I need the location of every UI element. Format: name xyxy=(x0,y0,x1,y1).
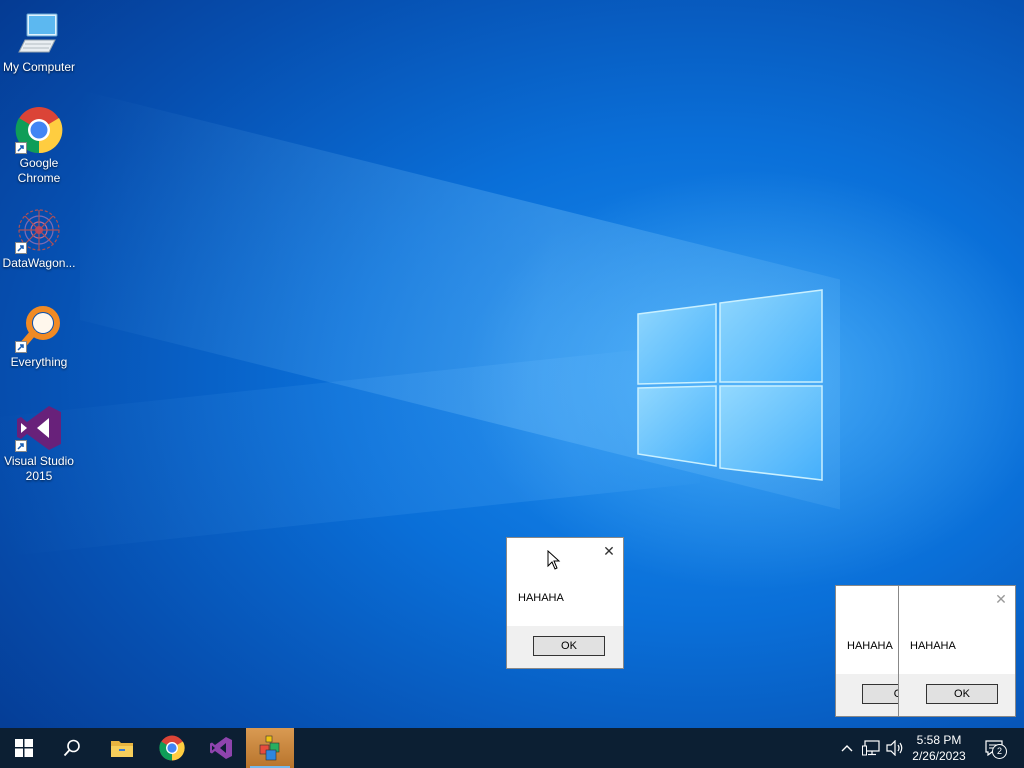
desktop-icon-visual-studio[interactable]: Visual Studio 2015 xyxy=(0,404,78,484)
chrome-icon xyxy=(159,735,185,761)
taskbar-active-app[interactable] xyxy=(246,728,294,768)
desktop-icon-label: Everything xyxy=(10,355,68,369)
datawagon-icon xyxy=(15,206,63,254)
file-explorer-icon xyxy=(111,741,133,757)
shortcut-arrow-icon xyxy=(15,341,27,353)
clock[interactable]: 5:58 PM 2/26/2023 xyxy=(906,732,972,764)
ok-button[interactable]: OK xyxy=(533,636,605,656)
action-center-button[interactable]: 2 xyxy=(978,728,1010,768)
desktop-icon-google-chrome[interactable]: Google Chrome xyxy=(0,106,78,186)
desktop-icon-datawagon[interactable]: DataWagon... xyxy=(0,206,78,271)
desktop-icon-label: DataWagon... xyxy=(2,256,76,270)
network-icon xyxy=(862,740,880,756)
network-tray-button[interactable] xyxy=(860,728,882,768)
visual-studio-icon xyxy=(15,404,63,452)
message-dialog[interactable]: ✕ HAHAHA OK xyxy=(506,537,624,669)
chrome-icon xyxy=(15,106,63,154)
close-button[interactable]: ✕ xyxy=(601,544,617,560)
start-button[interactable] xyxy=(0,728,48,768)
computer-icon xyxy=(15,10,63,58)
shortcut-arrow-icon xyxy=(15,142,27,154)
dialog-message: HAHAHA xyxy=(847,640,893,652)
taskbar-chrome[interactable] xyxy=(148,728,196,768)
desktop[interactable]: My Computer Google Chrome DataWagon... E… xyxy=(0,0,1024,728)
search-icon xyxy=(63,739,80,757)
show-hidden-icons-icon xyxy=(841,745,853,752)
app-cubes-icon xyxy=(259,735,280,761)
search-button[interactable] xyxy=(48,728,96,768)
close-button[interactable]: ✕ xyxy=(993,592,1009,608)
shortcut-arrow-icon xyxy=(15,242,27,254)
start-icon xyxy=(15,739,33,757)
desktop-icon-my-computer[interactable]: My Computer xyxy=(0,10,78,75)
taskbar: 5:58 PM 2/26/2023 2 xyxy=(0,728,1024,768)
volume-icon xyxy=(886,740,903,756)
show-hidden-icons-button[interactable] xyxy=(838,728,856,768)
notification-count-badge: 2 xyxy=(992,744,1007,759)
taskbar-file-explorer[interactable] xyxy=(98,728,146,768)
volume-tray-button[interactable] xyxy=(884,728,906,768)
everything-search-icon xyxy=(15,305,63,353)
desktop-icon-label: Google Chrome xyxy=(17,156,61,185)
clock-time: 5:58 PM xyxy=(916,733,962,747)
shortcut-arrow-icon xyxy=(15,440,27,452)
dialog-footer: OK xyxy=(899,674,1015,716)
desktop-icon-everything[interactable]: Everything xyxy=(0,305,78,370)
mouse-cursor-icon xyxy=(547,550,561,570)
message-dialog[interactable]: ✕ HAHAHA OK xyxy=(898,585,1016,717)
dialog-footer: OK xyxy=(507,626,623,668)
desktop-icon-label: My Computer xyxy=(2,60,76,74)
ok-button[interactable]: OK xyxy=(926,684,998,704)
dialog-message: HAHAHA xyxy=(518,592,564,604)
visual-studio-icon xyxy=(210,737,232,759)
light-beam xyxy=(0,343,700,557)
desktop-icon-label: Visual Studio 2015 xyxy=(4,454,74,483)
taskbar-visual-studio[interactable] xyxy=(197,728,245,768)
dialog-message: HAHAHA xyxy=(910,640,956,652)
clock-date: 2/26/2023 xyxy=(912,749,966,763)
windows-logo-wallpaper xyxy=(637,289,823,481)
